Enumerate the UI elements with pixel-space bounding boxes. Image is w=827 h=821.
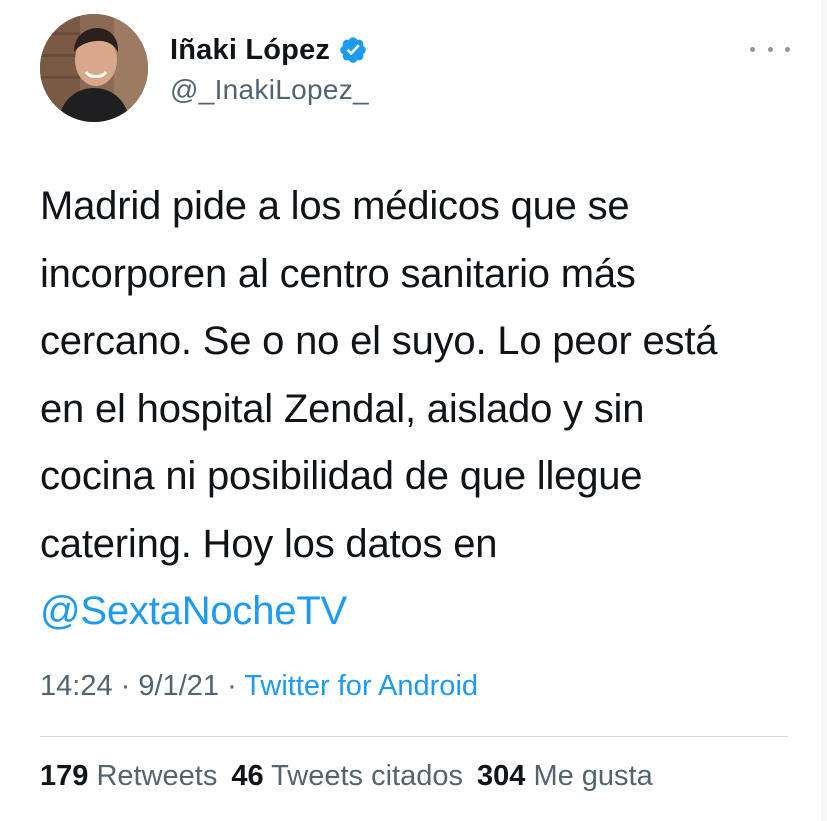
more-dot (750, 46, 755, 52)
tweet-line: en el hospital Zendal, aislado y sin (40, 386, 645, 431)
tweet-line: cocina ni posibilidad de que llegue (40, 454, 643, 498)
mention-link[interactable]: @SextaNocheTV (40, 578, 810, 646)
quotes-stat[interactable]: 46 Tweets citados (231, 760, 463, 792)
tweet-line: catering. Hoy los datos en (40, 521, 498, 566)
meta-separator: · (120, 670, 131, 702)
avatar[interactable] (40, 14, 148, 122)
retweets-stat[interactable]: 179 Retweets (40, 760, 217, 792)
more-dot (785, 46, 790, 52)
tweet-meta: 14:24 · 9/1/21 · Twitter for Android (40, 670, 478, 703)
quotes-count: 46 (231, 760, 264, 792)
likes-count: 304 (476, 760, 526, 792)
retweets-count: 179 (40, 760, 89, 792)
tweet-source-link[interactable]: Twitter for Android (244, 670, 478, 702)
likes-stat[interactable]: 304 Me gusta (477, 760, 653, 792)
scrollbar-track (821, 0, 827, 821)
retweets-label: Retweets (96, 760, 218, 792)
tweet-stats: 179 Retweets 46 Tweets citados 304 Me gust… (40, 760, 653, 793)
tweet-line: cercano. Se o no el suyo. Lo peor está (40, 319, 718, 363)
verified-badge-icon (338, 35, 368, 65)
author-name-row[interactable]: Iñaki López (170, 30, 368, 70)
likes-label: Me gusta (533, 760, 653, 792)
quotes-label: Tweets citados (271, 760, 463, 792)
meta-separator: · (227, 670, 237, 702)
tweet-time[interactable]: 14:24 (40, 670, 113, 702)
more-options-icon[interactable] (750, 34, 790, 64)
tweet-date[interactable]: 9/1/21 (138, 670, 219, 702)
tweet-line: Madrid pide a los médicos que se (40, 184, 630, 228)
more-dot (767, 46, 773, 52)
author-display-name[interactable]: Iñaki López (170, 34, 330, 67)
tweet-text: Madrid pide a los médicos que se incorpo… (40, 173, 810, 646)
author-handle[interactable]: @_InakiLopez_ (170, 74, 369, 106)
divider (40, 736, 788, 737)
tweet-line: incorporen al centro sanitario más (40, 251, 636, 296)
